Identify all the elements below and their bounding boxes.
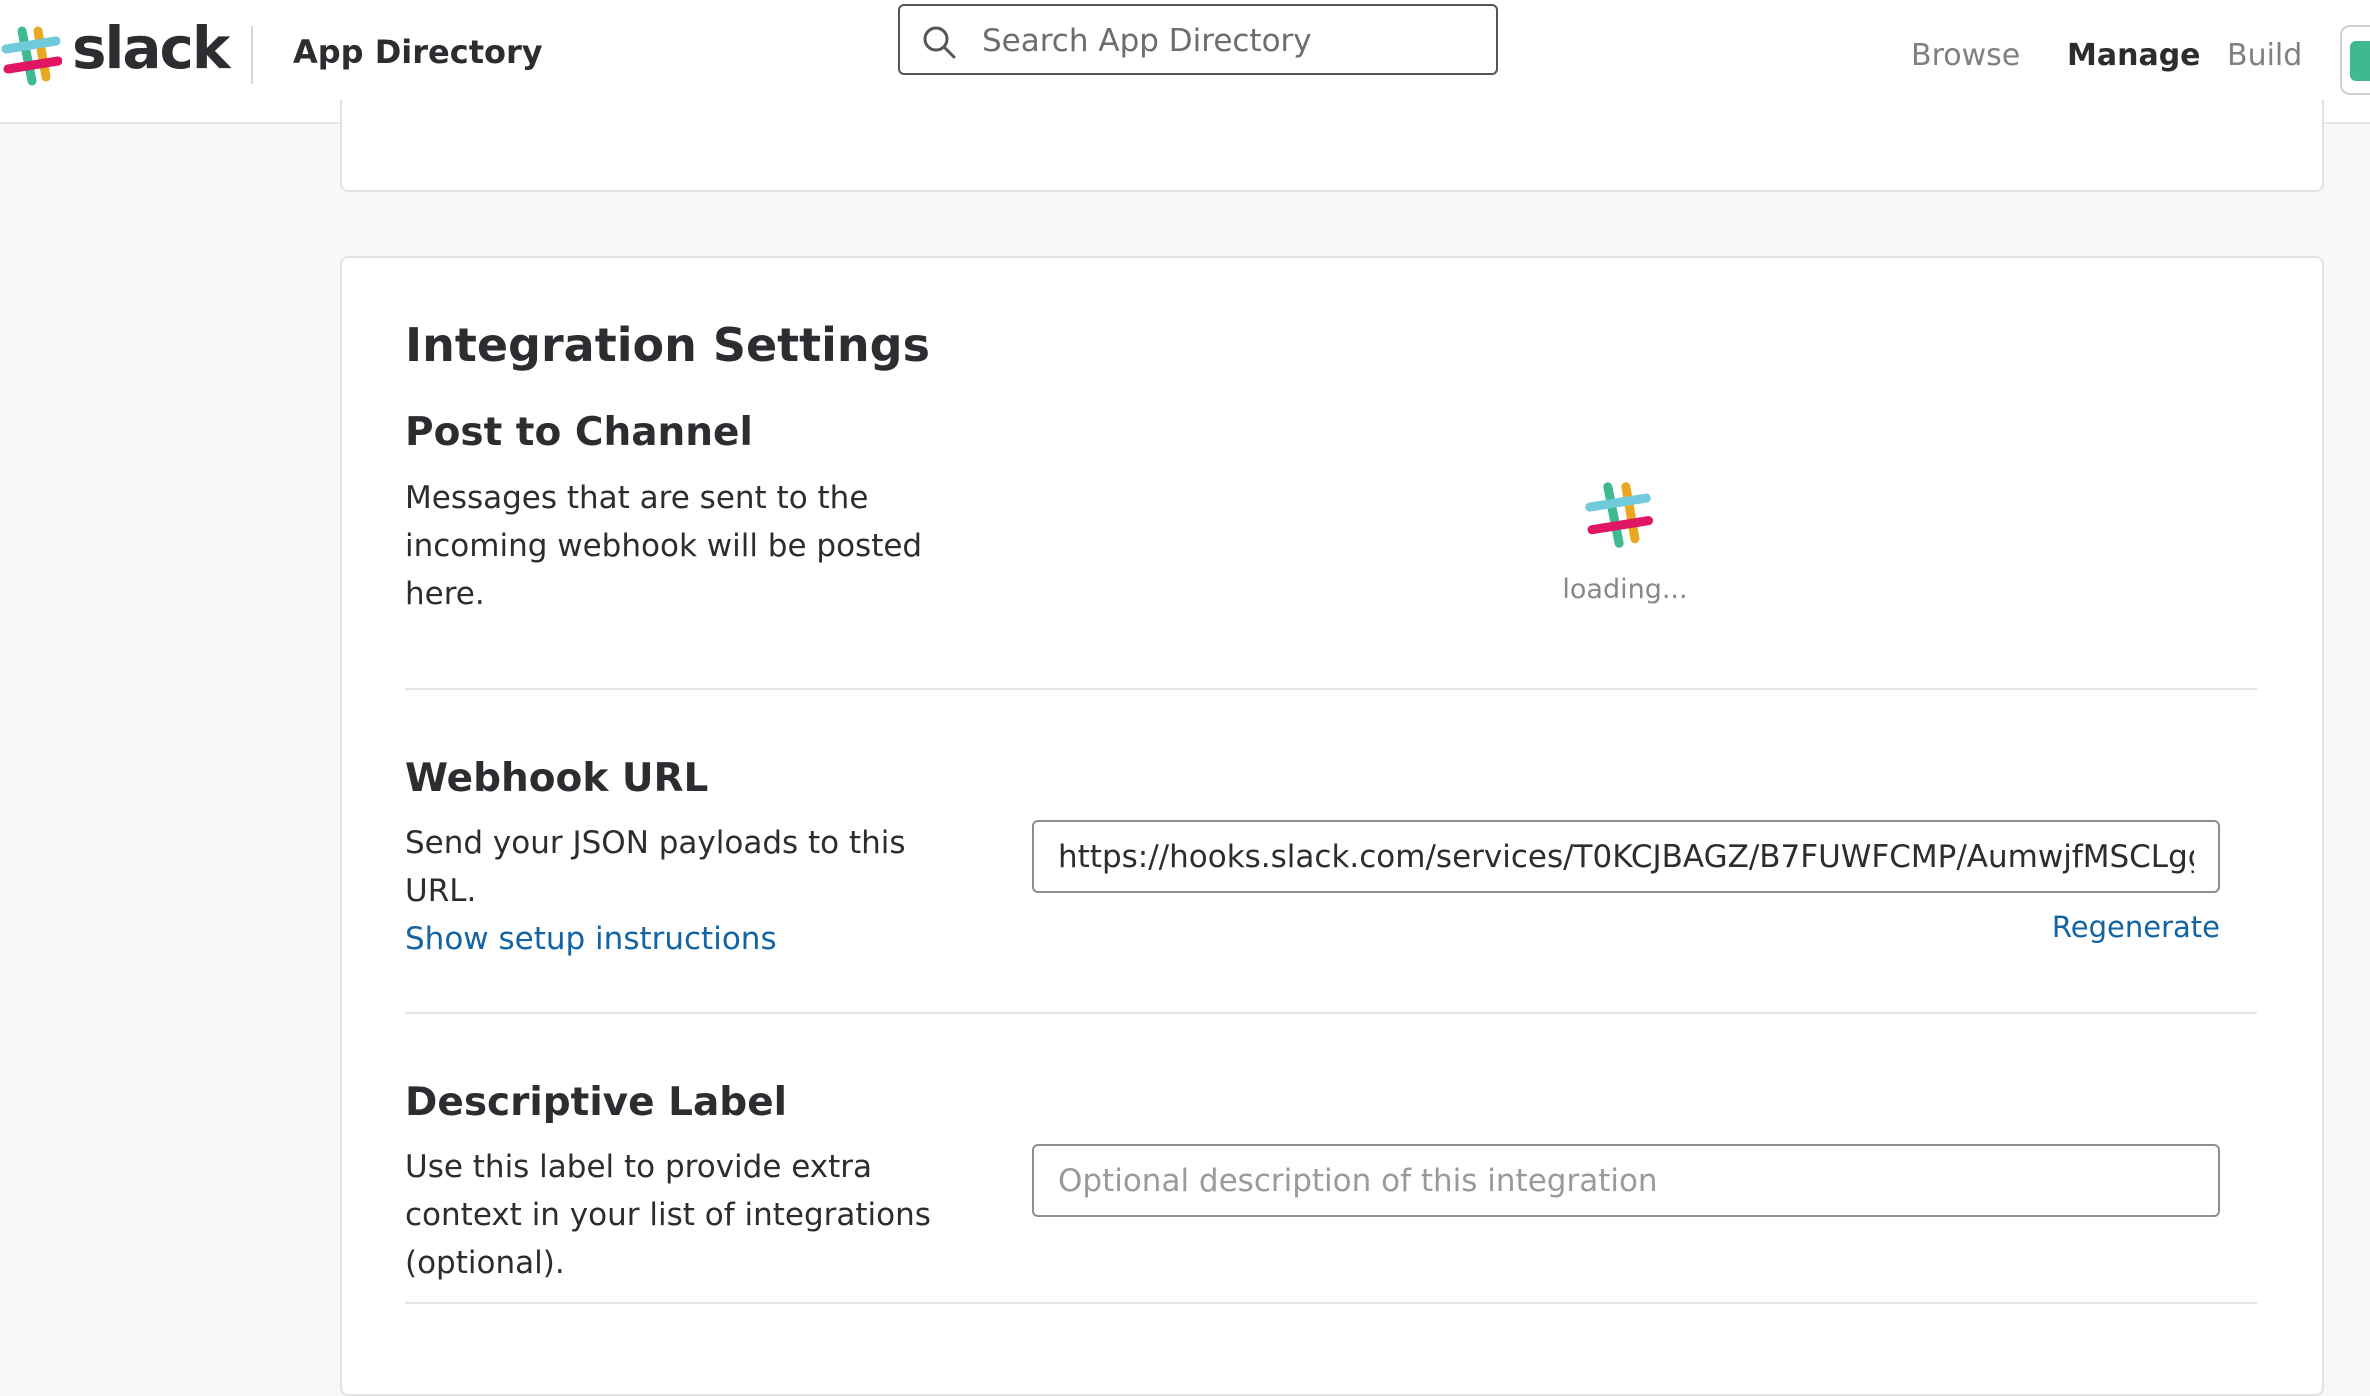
section-divider (405, 1302, 2257, 1304)
avatar[interactable] (2340, 25, 2370, 95)
webhook-url-field[interactable] (1032, 820, 2220, 893)
descriptive-label-description: Use this label to provide extra context … (405, 1149, 931, 1281)
descriptive-label-heading: Descriptive Label (405, 1080, 788, 1125)
app-directory-link[interactable]: App Directory (293, 33, 543, 71)
webhook-url-description-text: Send your JSON payloads to this URL. (405, 825, 906, 909)
nav-manage[interactable]: Manage (2067, 38, 2201, 73)
section-divider (405, 1012, 2257, 1014)
loading-text: loading... (1562, 574, 1688, 605)
descriptive-label-field[interactable] (1032, 1144, 2220, 1217)
header-divider (251, 26, 253, 84)
nav-build[interactable]: Build (2227, 38, 2302, 73)
post-to-channel-description: Messages that are sent to the incoming w… (405, 480, 923, 612)
search-input[interactable] (980, 12, 1484, 69)
show-setup-instructions-link[interactable]: Show setup instructions (405, 921, 777, 957)
nav-browse[interactable]: Browse (1911, 38, 2020, 73)
previous-section-card (340, 100, 2324, 192)
search-box[interactable] (898, 4, 1498, 75)
loading-spinner-icon (1585, 482, 1653, 548)
slack-logo-icon[interactable] (0, 25, 62, 87)
webhook-url-heading: Webhook URL (405, 756, 709, 801)
slack-wordmark[interactable]: slack (72, 14, 230, 82)
webhook-url-description: Send your JSON payloads to this URL. Sho… (405, 819, 965, 963)
avatar-image (2350, 41, 2370, 81)
regenerate-link[interactable]: Regenerate (2052, 910, 2220, 944)
search-icon (923, 26, 956, 59)
section-divider (405, 688, 2257, 690)
post-to-channel-heading: Post to Channel (405, 410, 753, 455)
page-title: Integration Settings (405, 318, 930, 372)
